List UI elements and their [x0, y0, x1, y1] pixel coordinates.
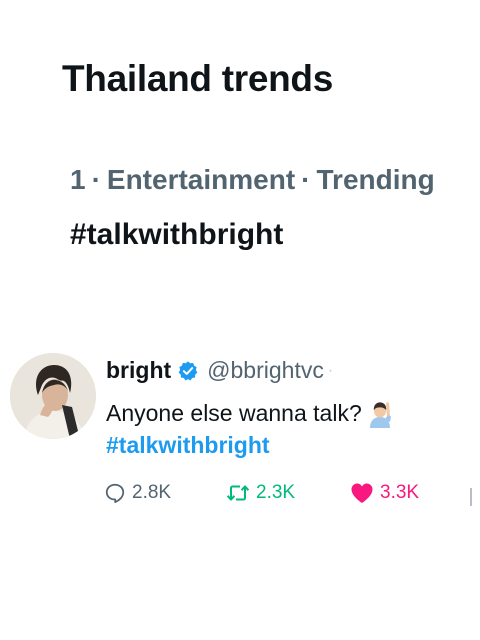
trend-rank: 1: [70, 164, 86, 195]
tweet-hashtag-link[interactable]: #talkwithbright: [106, 432, 270, 459]
trend-status: Trending: [316, 164, 435, 195]
repost-button[interactable]: 2.3K: [226, 482, 295, 504]
trend-meta: 1 · Entertainment · Trending: [70, 164, 480, 196]
tweet-body: Anyone else wanna talk?: [106, 399, 362, 426]
views-button[interactable]: [470, 488, 472, 506]
separator-dot: ·: [327, 361, 334, 379]
display-name[interactable]: bright: [106, 357, 171, 384]
heart-icon: [350, 482, 374, 504]
person-raising-hand-icon: [365, 398, 395, 428]
avatar[interactable]: [10, 353, 96, 439]
reply-button[interactable]: 2.8K: [104, 482, 171, 504]
like-button[interactable]: 3.3K: [350, 482, 419, 504]
separator-dot: ·: [91, 164, 101, 195]
tweet-header: bright @bbrightvc ·: [106, 357, 333, 384]
trend-category: Entertainment: [106, 164, 296, 195]
reply-icon: [104, 482, 126, 504]
repost-icon: [226, 482, 250, 504]
page-title: Thailand trends: [62, 58, 333, 99]
avatar-image: [10, 353, 96, 439]
reply-count: 2.8K: [132, 482, 172, 503]
repost-count: 2.3K: [256, 482, 296, 503]
trend-hashtag[interactable]: #talkwithbright: [70, 218, 283, 252]
like-count: 3.3K: [380, 482, 420, 503]
separator-dot: ·: [301, 164, 311, 195]
tweet-actions: 2.8K 2.3K 3.3K: [0, 482, 480, 512]
user-handle[interactable]: @bbrightvc: [207, 357, 324, 384]
tweet-text: Anyone else wanna talk?: [106, 398, 395, 428]
verified-badge-icon: [177, 360, 199, 382]
